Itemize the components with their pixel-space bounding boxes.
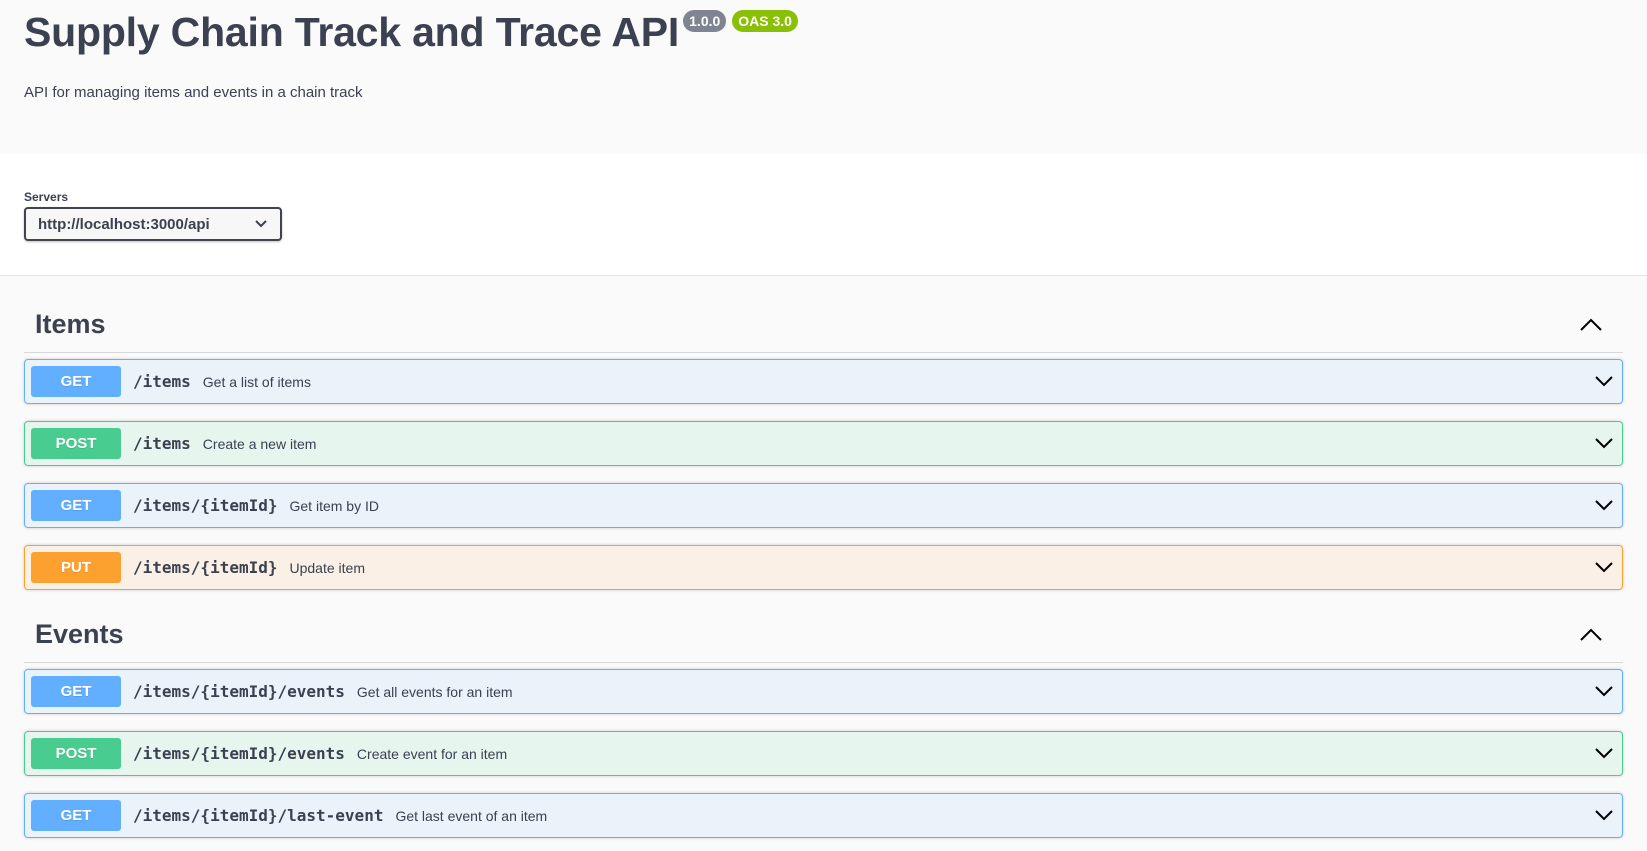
page-title: Supply Chain Track and Trace API — [24, 9, 680, 55]
tag-header-events[interactable]: Events — [24, 607, 1623, 663]
chevron-down-icon — [255, 220, 267, 228]
method-badge: PUT — [31, 552, 121, 583]
operation-summary: Get last event of an item — [395, 807, 548, 824]
operation-get-item-by-id[interactable]: GET /items/{itemId} Get item by ID — [24, 483, 1623, 528]
operation-get-last-event[interactable]: GET /items/{itemId}/last-event Get last … — [24, 793, 1623, 838]
api-description: API for managing items and events in a c… — [24, 84, 363, 101]
servers-selected-value: http://localhost:3000/api — [38, 215, 210, 233]
version-badge: 1.0.0 — [683, 10, 727, 32]
operation-post-items[interactable]: POST /items Create a new item — [24, 421, 1623, 466]
operation-path: /items/{itemId}/events — [133, 744, 345, 763]
tag-name: Events — [35, 619, 124, 649]
tag-header-items[interactable]: Items — [24, 297, 1623, 353]
tag-name: Items — [35, 309, 106, 339]
operation-path: /items/{itemId}/events — [133, 682, 345, 701]
chevron-down-icon[interactable] — [1594, 746, 1614, 760]
operation-summary: Get item by ID — [289, 497, 379, 514]
oas-badge: OAS 3.0 — [732, 10, 798, 32]
method-badge: GET — [31, 490, 121, 521]
operation-summary: Get a list of items — [202, 373, 311, 390]
chevron-down-icon[interactable] — [1594, 684, 1614, 698]
method-badge: POST — [31, 738, 121, 769]
operation-path: /items/{itemId} — [133, 558, 278, 577]
operation-summary: Get all events for an item — [356, 683, 513, 700]
operation-put-item[interactable]: PUT /items/{itemId} Update item — [24, 545, 1623, 590]
operation-summary: Update item — [289, 559, 365, 576]
title-row: Supply Chain Track and Trace API 1.0.0 O… — [24, 8, 1623, 56]
chevron-down-icon[interactable] — [1594, 560, 1614, 574]
chevron-down-icon[interactable] — [1594, 374, 1614, 388]
operation-get-item-events[interactable]: GET /items/{itemId}/events Get all event… — [24, 669, 1623, 714]
method-badge: POST — [31, 428, 121, 459]
operation-summary: Create event for an item — [356, 745, 508, 762]
chevron-down-icon[interactable] — [1594, 498, 1614, 512]
operation-path: /items — [133, 434, 191, 453]
operation-path: /items/{itemId}/last-event — [133, 806, 384, 825]
servers-select[interactable]: http://localhost:3000/api — [24, 207, 282, 241]
operation-path: /items/{itemId} — [133, 496, 278, 515]
chevron-up-icon[interactable] — [1579, 318, 1603, 332]
servers-label: Servers — [24, 190, 69, 204]
method-badge: GET — [31, 676, 121, 707]
api-info: Supply Chain Track and Trace API 1.0.0 O… — [0, 0, 1647, 154]
chevron-down-icon[interactable] — [1594, 436, 1614, 450]
method-badge: GET — [31, 366, 121, 397]
operation-summary: Create a new item — [202, 435, 317, 452]
chevron-down-icon[interactable] — [1594, 808, 1614, 822]
operations-section: Items GET /items Get a list of items POS… — [0, 276, 1647, 851]
servers-section: Servers http://localhost:3000/api — [0, 154, 1647, 276]
method-badge: GET — [31, 800, 121, 831]
operation-get-items[interactable]: GET /items Get a list of items — [24, 359, 1623, 404]
operation-path: /items — [133, 372, 191, 391]
operation-post-item-events[interactable]: POST /items/{itemId}/events Create event… — [24, 731, 1623, 776]
chevron-up-icon[interactable] — [1579, 628, 1603, 642]
